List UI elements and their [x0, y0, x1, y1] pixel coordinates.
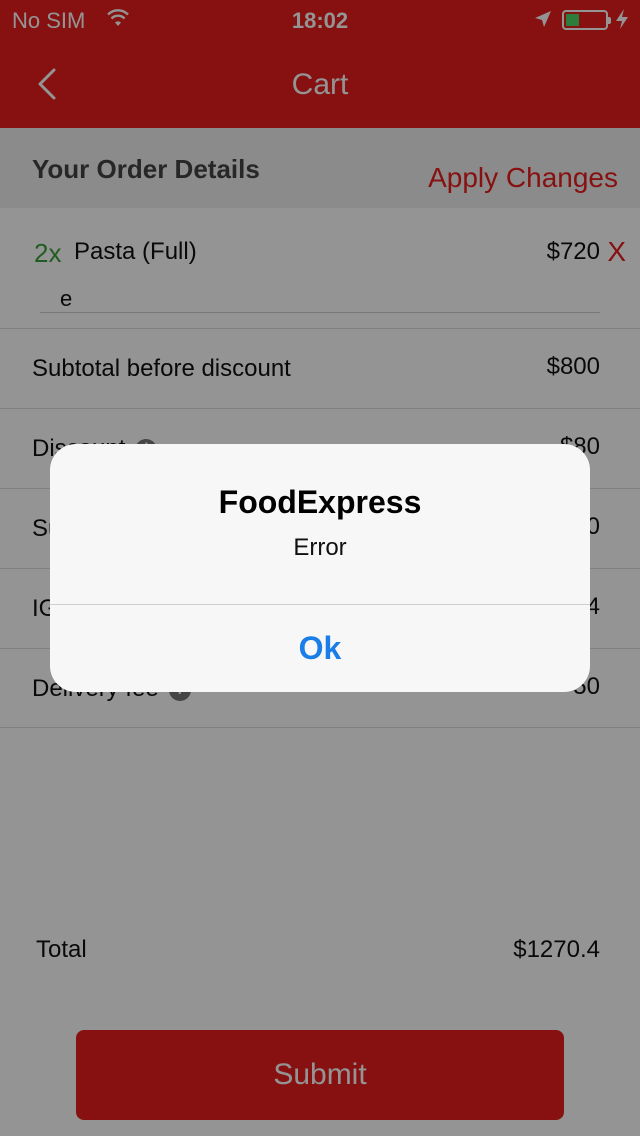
alert-title: FoodExpress	[218, 484, 422, 520]
alert-dialog: FoodExpress Error Ok	[50, 444, 590, 692]
alert-message: Error	[293, 534, 347, 561]
alert-ok-button[interactable]: Ok	[50, 604, 590, 692]
